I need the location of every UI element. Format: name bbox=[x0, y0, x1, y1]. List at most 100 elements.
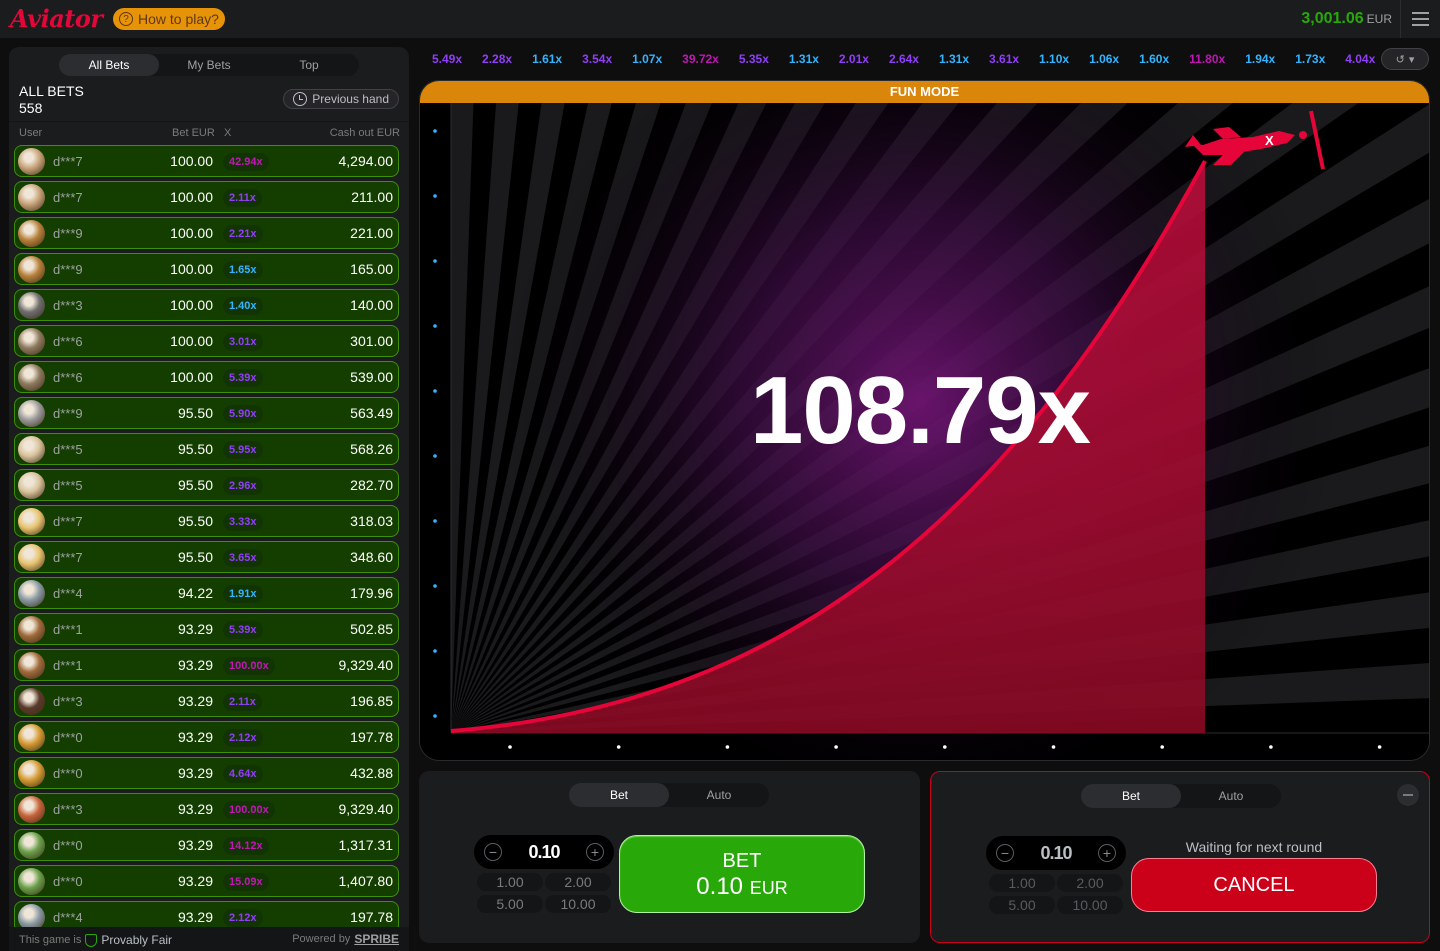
tab-top[interactable]: Top bbox=[259, 54, 359, 76]
avatar bbox=[18, 580, 45, 607]
history-multiplier[interactable]: 1.61x bbox=[520, 52, 570, 66]
history-multiplier[interactable]: 2.28x bbox=[470, 52, 520, 66]
bet-panel-2: Bet Auto − 0.10 + 1.00 2.00 5.00 10.00 W… bbox=[930, 771, 1430, 943]
avatar bbox=[18, 724, 45, 751]
row-user: d***0 bbox=[53, 730, 83, 745]
y-axis-dot bbox=[433, 519, 437, 523]
avatar bbox=[18, 148, 45, 175]
row-user: d***1 bbox=[53, 622, 83, 637]
history-multiplier[interactable]: 3.54x bbox=[570, 52, 620, 66]
x-axis-dot bbox=[834, 745, 838, 749]
row-user: d***0 bbox=[53, 838, 83, 853]
history-multiplier[interactable]: 1.31x bbox=[927, 52, 977, 66]
minus-icon bbox=[1403, 794, 1413, 796]
row-cashout: 4,294.00 bbox=[338, 153, 394, 169]
remove-panel-button[interactable] bbox=[1397, 784, 1419, 806]
quick-stake-5[interactable]: 5.00 bbox=[477, 895, 543, 913]
history-multiplier[interactable]: 1.10x bbox=[1027, 52, 1077, 66]
history-multiplier[interactable]: 1.94x bbox=[1233, 52, 1283, 66]
cancel-button[interactable]: CANCEL bbox=[1131, 858, 1377, 912]
balance-currency: EUR bbox=[1366, 12, 1392, 26]
tab-auto[interactable]: Auto bbox=[669, 783, 769, 807]
how-to-play-label: How to play? bbox=[138, 11, 219, 27]
quick-stake-5[interactable]: 5.00 bbox=[989, 896, 1055, 914]
history-multiplier[interactable]: 39.72x bbox=[670, 52, 727, 66]
plus-icon[interactable]: + bbox=[1098, 844, 1116, 862]
quick-stake-2[interactable]: 2.00 bbox=[1057, 874, 1123, 892]
row-multiplier: 5.90x bbox=[223, 405, 263, 423]
quick-stake-2[interactable]: 2.00 bbox=[545, 873, 611, 891]
row-cashout: 318.03 bbox=[350, 513, 393, 529]
history-multiplier[interactable]: 1.60x bbox=[1127, 52, 1177, 66]
app-logo[interactable]: Aviator bbox=[10, 4, 103, 33]
bets-table-header: User Bet EUR X Cash out EUR bbox=[9, 121, 409, 143]
question-icon: ? bbox=[119, 12, 133, 26]
row-user: d***6 bbox=[53, 334, 83, 349]
row-multiplier: 15.09x bbox=[223, 873, 269, 891]
row-multiplier: 100.00x bbox=[223, 801, 275, 819]
avatar bbox=[18, 472, 45, 499]
row-multiplier: 2.12x bbox=[223, 729, 263, 747]
row-cashout: 165.00 bbox=[350, 261, 393, 277]
quick-stake-1[interactable]: 1.00 bbox=[989, 874, 1055, 892]
history-multiplier[interactable]: 1.07x bbox=[620, 52, 670, 66]
tab-bet[interactable]: Bet bbox=[569, 783, 669, 807]
history-multiplier[interactable]: 4.04x bbox=[1333, 52, 1383, 66]
tab-all-bets[interactable]: All Bets bbox=[59, 54, 159, 76]
row-user: d***5 bbox=[53, 478, 83, 493]
row-user: d***9 bbox=[53, 406, 83, 421]
history-multiplier[interactable]: 5.35x bbox=[727, 52, 777, 66]
row-cashout: 539.00 bbox=[350, 369, 393, 385]
row-user: d***7 bbox=[53, 550, 83, 565]
x-axis-dot bbox=[1160, 745, 1164, 749]
quick-stake-10[interactable]: 10.00 bbox=[1057, 896, 1123, 914]
history-multiplier[interactable]: 5.49x bbox=[420, 52, 470, 66]
history-multiplier[interactable]: 3.61x bbox=[977, 52, 1027, 66]
chevron-down-icon: ▾ bbox=[1408, 53, 1415, 66]
row-multiplier: 2.21x bbox=[223, 225, 263, 243]
y-axis-dot bbox=[433, 129, 437, 133]
previous-hand-label: Previous hand bbox=[312, 92, 389, 106]
row-cashout: 563.49 bbox=[350, 405, 393, 421]
quick-stake-1[interactable]: 1.00 bbox=[477, 873, 543, 891]
spribe-logo[interactable]: SPRIBE bbox=[354, 932, 399, 946]
row-multiplier: 14.12x bbox=[223, 837, 269, 855]
quick-stake-10[interactable]: 10.00 bbox=[545, 895, 611, 913]
bets-list: d***7 100.00 42.94x 4,294.00 d***7 100.00 2.11… bbox=[14, 145, 399, 937]
row-cashout: 282.70 bbox=[350, 477, 393, 493]
waiting-status: Waiting for next round bbox=[1185, 839, 1323, 855]
tab-my-bets[interactable]: My Bets bbox=[159, 54, 259, 76]
row-cashout: 432.88 bbox=[350, 765, 393, 781]
history-multiplier[interactable]: 2.64x bbox=[877, 52, 927, 66]
shield-icon bbox=[85, 933, 98, 947]
bets-tabs: All Bets My Bets Top bbox=[59, 54, 359, 76]
row-multiplier: 4.64x bbox=[223, 765, 263, 783]
tab-bet[interactable]: Bet bbox=[1081, 784, 1181, 808]
history-multiplier[interactable]: 2.01x bbox=[827, 52, 877, 66]
y-axis-dot bbox=[433, 194, 437, 198]
row-multiplier: 5.39x bbox=[223, 621, 263, 639]
history-multiplier[interactable]: 11.80x bbox=[1177, 52, 1233, 66]
history-multiplier[interactable]: 1.06x bbox=[1077, 52, 1127, 66]
avatar bbox=[18, 796, 45, 823]
y-axis-dot bbox=[433, 584, 437, 588]
bet-button[interactable]: BET 0.10 EUR bbox=[619, 835, 865, 913]
game-area: FUN MODE X 108.79x bbox=[419, 80, 1430, 761]
table-row: d***7 100.00 2.11x 211.00 bbox=[14, 181, 399, 213]
table-row: d***3 93.29 100.00x 9,329.40 bbox=[14, 793, 399, 825]
how-to-play-button[interactable]: ? How to play? bbox=[113, 8, 225, 30]
row-multiplier: 2.11x bbox=[223, 693, 262, 711]
history-multiplier[interactable]: 1.31x bbox=[777, 52, 827, 66]
table-row: d***1 93.29 5.39x 502.85 bbox=[14, 613, 399, 645]
row-bet: 93.29 bbox=[177, 729, 213, 745]
x-axis-dot bbox=[508, 745, 512, 749]
tab-auto[interactable]: Auto bbox=[1181, 784, 1281, 808]
history-multiplier[interactable]: 1.73x bbox=[1283, 52, 1333, 66]
history-dropdown-button[interactable]: ↺ ▾ bbox=[1381, 48, 1429, 70]
avatar bbox=[18, 760, 45, 787]
plus-icon[interactable]: + bbox=[586, 843, 604, 861]
previous-hand-button[interactable]: Previous hand bbox=[283, 89, 399, 109]
menu-button[interactable] bbox=[1400, 0, 1440, 38]
provably-fair[interactable]: This game is Provably Fair bbox=[19, 933, 172, 947]
bet-panel-1: Bet Auto − 0.10 + 1.00 2.00 5.00 10.00 B… bbox=[419, 771, 920, 943]
